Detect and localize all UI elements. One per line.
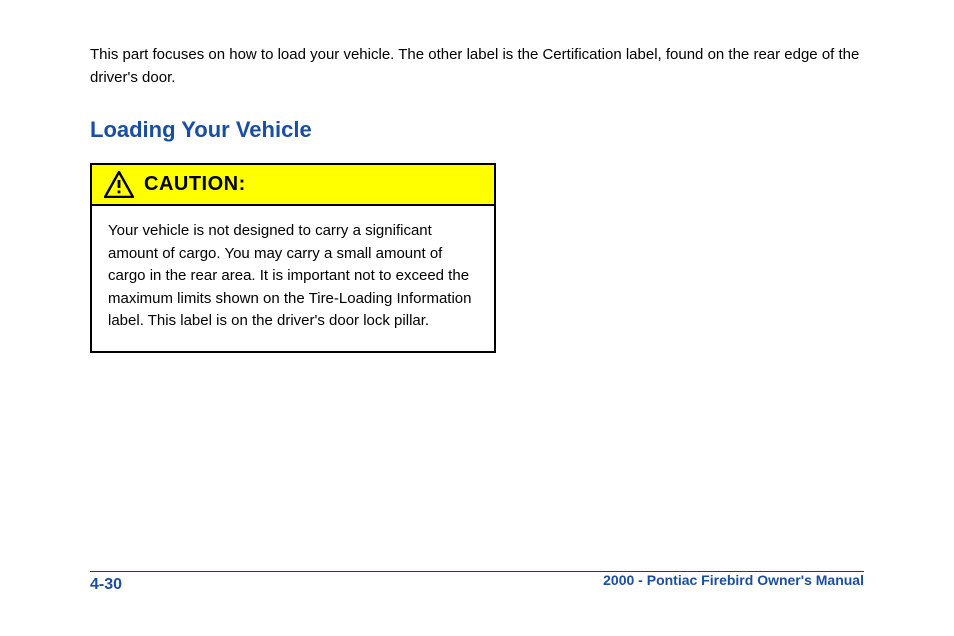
caution-label: CAUTION:: [144, 173, 246, 196]
lead-paragraph: This part focuses on how to load your ve…: [90, 44, 864, 89]
section-heading: Loading Your Vehicle: [90, 117, 864, 143]
warning-triangle-icon: [104, 171, 134, 198]
page-footer: 4-30 2000 - Pontiac Firebird Owner's Man…: [90, 571, 864, 594]
caution-header: CAUTION:: [92, 165, 494, 206]
page-number: 4-30: [90, 576, 122, 594]
section-reference: 2000 - Pontiac Firebird Owner's Manual: [603, 572, 864, 594]
caution-body-text: Your vehicle is not designed to carry a …: [92, 206, 494, 351]
caution-box: CAUTION: Your vehicle is not designed to…: [90, 163, 496, 353]
